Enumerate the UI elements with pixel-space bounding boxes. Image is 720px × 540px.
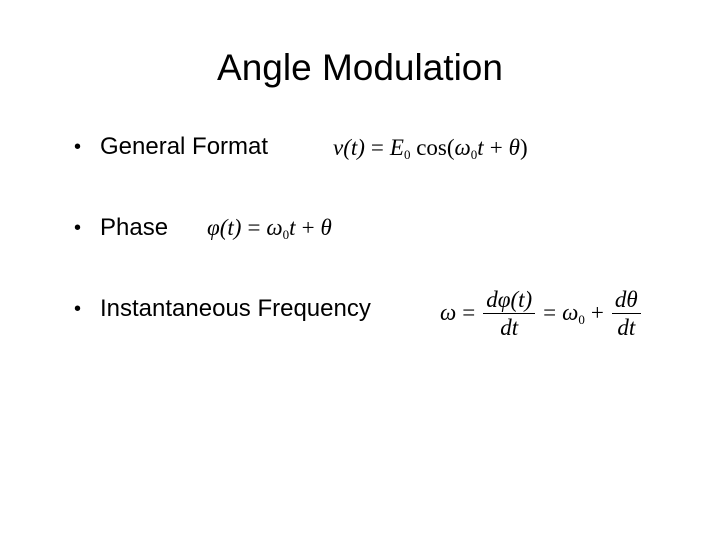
amplitude-symbol: E <box>389 135 404 160</box>
omega-symbol: ω <box>454 135 471 160</box>
equals-sign: = <box>370 135 384 160</box>
bullet-phase: • Phase <box>74 213 168 243</box>
plus-sign: + <box>301 215 315 240</box>
equals-sign: = <box>247 215 261 240</box>
formula-general-format: v(t) = E0 cos(ω0t + θ) <box>333 133 528 163</box>
bullet-general-format: • General Format <box>74 132 268 162</box>
plus-sign: + <box>489 135 503 160</box>
bullet-instantaneous-frequency: • Instantaneous Frequency <box>74 294 371 324</box>
formula-lhs: φ(t) <box>207 215 242 240</box>
equals-sign: = <box>462 299 476 325</box>
time-symbol: t <box>477 135 484 160</box>
bullet-marker: • <box>74 298 82 320</box>
fraction-denominator: dt <box>500 315 519 340</box>
fraction-numerator: dφ(t) <box>483 287 536 314</box>
formula-lhs: v(t) <box>333 135 365 160</box>
fraction-dphi-dt: dφ(t) dt <box>483 287 536 342</box>
bullet-label: General Format <box>100 133 269 160</box>
bullet-marker: • <box>74 217 82 239</box>
formula-instantaneous-frequency: ω = dφ(t) dt = ω0 + dθ dt <box>440 287 643 342</box>
slide-title: Angle Modulation <box>217 47 503 88</box>
plus-sign: + <box>590 299 604 325</box>
fraction-denominator: dt <box>617 315 636 340</box>
bullet-marker: • <box>74 136 82 158</box>
theta-symbol: θ <box>320 215 332 240</box>
theta-symbol: θ <box>508 135 520 160</box>
bullet-label: Instantaneous Frequency <box>100 295 371 322</box>
fraction-dtheta-dt: dθ dt <box>611 287 641 342</box>
equals-sign: = <box>543 299 557 325</box>
formula-phase: φ(t) = ω0t + θ <box>207 213 332 243</box>
close-paren: ) <box>519 135 528 160</box>
cos-function: cos( <box>410 135 455 160</box>
omega-symbol: ω <box>266 215 283 240</box>
slide: Angle Modulation • General Format v(t) = E0… <box>0 0 720 540</box>
time-symbol: t <box>289 215 296 240</box>
fraction-numerator: dθ <box>611 287 641 314</box>
omega-subscript: 0 <box>578 311 585 327</box>
omega-symbol: ω <box>562 299 579 325</box>
bullet-label: Phase <box>100 214 169 241</box>
formula-lhs: ω <box>440 299 457 325</box>
